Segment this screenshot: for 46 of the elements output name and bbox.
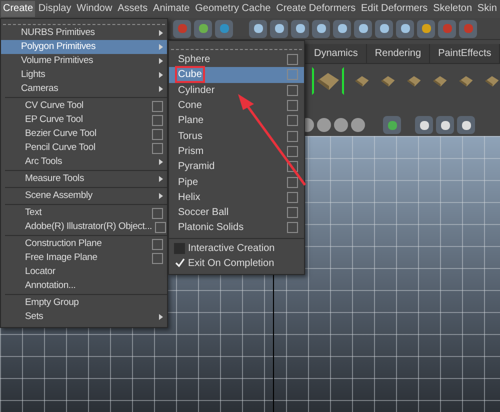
menu-item[interactable]: Platonic Solids [169, 220, 304, 236]
menu-title[interactable]: Display [36, 1, 74, 17]
menu-title[interactable]: Window [74, 1, 114, 17]
menu-item[interactable]: Lights [1, 68, 167, 82]
menu-item[interactable]: Construction Plane [5, 237, 167, 251]
menu-item[interactable]: Soccer Ball [169, 204, 304, 220]
menu-item[interactable]: Free Image Plane [5, 251, 167, 265]
menu-item[interactable]: Cube [169, 67, 304, 83]
menu-item[interactable]: Sets [5, 310, 167, 324]
menu-title[interactable]: Create Deformers [274, 1, 358, 17]
menu-item[interactable]: Polygon Primitives [1, 40, 167, 54]
menu-item[interactable]: Adobe(R) Illustrator(R) Object... [5, 220, 167, 234]
menu-item[interactable]: Text [5, 206, 167, 220]
menu-title[interactable]: Geometry Cache [193, 1, 273, 17]
menu-item[interactable]: Empty Group [5, 296, 167, 310]
menu-item[interactable]: Torus [169, 128, 304, 144]
menu-title[interactable]: Animate [151, 1, 192, 17]
menu-item[interactable]: Prism [169, 144, 304, 160]
shelf-tab[interactable]: Dynamics [306, 44, 367, 63]
menu-item[interactable]: Measure Tools [5, 172, 167, 186]
menu-item[interactable]: Bezier Curve Tool [5, 127, 167, 141]
menu-item[interactable]: EP Curve Tool [5, 113, 167, 127]
menu-item[interactable]: Annotation... [5, 279, 167, 293]
menu-item[interactable]: Pipe [169, 174, 304, 190]
menu-title[interactable]: Skeleton [431, 1, 474, 17]
menu-item[interactable]: Scene Assembly [5, 189, 167, 203]
menu-item[interactable]: Interactive Creation [169, 240, 304, 256]
menu-item[interactable]: Pyramid [169, 159, 304, 174]
shelf-tab[interactable]: PaintEffects [430, 44, 500, 63]
menu-title[interactable]: Assets [116, 1, 150, 17]
menu-title[interactable]: Skin [475, 1, 499, 17]
menu-item[interactable]: CV Curve Tool [5, 99, 167, 113]
menu-item[interactable]: Arc Tools [5, 155, 167, 169]
menu-title[interactable]: Create [1, 1, 36, 17]
shelf-tab[interactable]: Rendering [366, 44, 430, 63]
menu-item[interactable]: Exit On Completion [169, 256, 304, 271]
menu-item[interactable]: Locator [5, 265, 167, 279]
menu-item[interactable]: Volume Primitives [1, 54, 167, 68]
menu-item[interactable]: Cameras [1, 82, 167, 96]
menu-item[interactable]: Cylinder [169, 82, 304, 98]
menu-item[interactable]: Sphere [169, 52, 304, 68]
menu-item[interactable]: Plane [169, 113, 304, 128]
menu-item[interactable]: Cone [169, 98, 304, 114]
menu-title[interactable]: Edit Deformers [359, 1, 430, 17]
menu-item[interactable]: Pencil Curve Tool [5, 141, 167, 155]
menu-item[interactable]: Helix [169, 190, 304, 205]
